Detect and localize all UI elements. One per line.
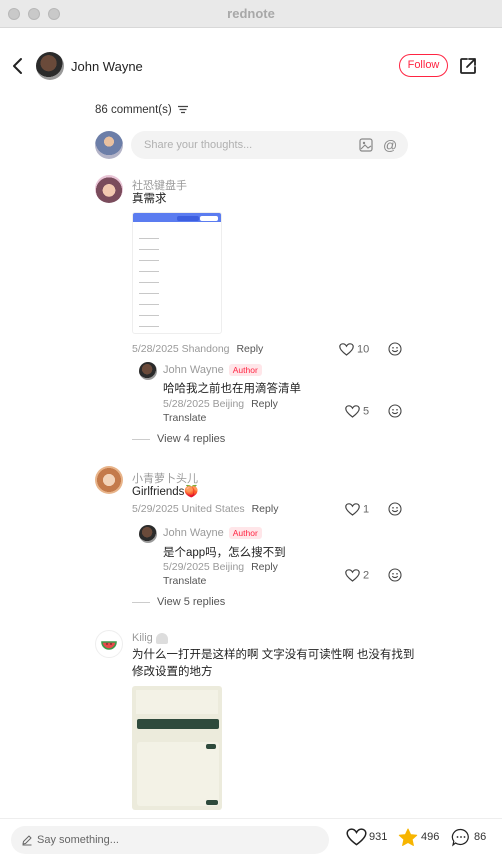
commenter-avatar[interactable] (95, 175, 123, 203)
post-like-button[interactable]: 931 (346, 828, 388, 846)
ghost-icon (155, 632, 168, 644)
divider (132, 438, 150, 440)
emoji-icon[interactable] (388, 502, 402, 516)
comment-text-line: 修改设置的地方 (132, 666, 213, 678)
reply-button[interactable]: Reply (251, 561, 278, 573)
bottom-action-bar: Say something... 931 496 86 (0, 818, 502, 859)
view-replies-button[interactable]: View 4 replies (132, 433, 225, 445)
heart-icon (345, 405, 360, 418)
view-replies-button[interactable]: View 5 replies (132, 596, 225, 608)
comment-text-line: 为什么一打开是这样的啊 文字没有可读性啊 也没有找到 (132, 649, 415, 661)
view-replies-label: View 5 replies (157, 596, 226, 608)
reply-avatar[interactable] (139, 525, 157, 543)
reply-meta: 5/28/2025 Beijing Reply (163, 398, 278, 410)
comment-image[interactable] (132, 212, 222, 334)
comment-count-row[interactable]: 86 comment(s) (95, 104, 188, 116)
like-count: 5 (363, 405, 370, 418)
share-thoughts-input[interactable]: Share your thoughts... @ (131, 131, 408, 159)
post-header: John Wayne Follow (0, 40, 502, 92)
like-count: 10 (357, 343, 370, 356)
like-button[interactable]: 1 (345, 503, 369, 516)
emoji-icon[interactable] (388, 342, 402, 356)
commenter-avatar[interactable] (95, 630, 123, 658)
author-name[interactable]: John Wayne (71, 59, 143, 74)
reply-text: 是个app吗，怎么搜不到 (163, 547, 286, 559)
comment-count-label: 86 comment(s) (95, 104, 172, 116)
comment-date-location: 5/28/2025 Shandong (132, 343, 230, 355)
author-avatar[interactable] (36, 52, 64, 80)
reply-author: John Wayne Author (163, 527, 262, 540)
current-user-avatar (95, 131, 123, 159)
post-collect-button[interactable]: 496 (398, 828, 440, 846)
commenter-name-text[interactable]: Kilig (132, 632, 153, 644)
post-comment-button[interactable]: 86 (451, 828, 487, 847)
heart-icon (345, 503, 360, 516)
comment-meta: 5/29/2025 United States Reply (132, 503, 278, 515)
window-title: rednote (227, 6, 275, 21)
at-icon[interactable]: @ (383, 137, 397, 153)
reply-avatar[interactable] (139, 362, 157, 380)
comment-image[interactable] (132, 686, 222, 810)
reply-date-location: 5/28/2025 Beijing (163, 398, 245, 410)
sort-icon[interactable] (177, 105, 188, 114)
share-thoughts-placeholder: Share your thoughts... (144, 139, 253, 151)
like-count: 2 (363, 569, 370, 582)
post-collect-count: 496 (421, 831, 440, 843)
like-button[interactable]: 10 (339, 343, 369, 356)
post-like-count: 931 (369, 831, 388, 843)
window-titlebar: rednote (0, 0, 502, 28)
reply-meta: 5/29/2025 Beijing Reply (163, 561, 278, 573)
reply-author-name[interactable]: John Wayne (163, 364, 224, 376)
comment-text: 真需求 (132, 193, 167, 205)
reply-date-location: 5/29/2025 Beijing (163, 561, 245, 573)
reply-button[interactable]: Reply (236, 343, 263, 355)
heart-icon (345, 569, 360, 582)
say-something-placeholder: Say something... (37, 834, 119, 846)
reply-author: John Wayne Author (163, 364, 262, 377)
author-badge: Author (228, 527, 262, 540)
comment-icon (451, 828, 469, 847)
reply-button[interactable]: Reply (252, 503, 279, 515)
post-comment-count: 86 (474, 831, 487, 843)
pencil-icon (22, 835, 32, 846)
watermelon-icon (101, 641, 117, 650)
say-something-input[interactable]: Say something... (11, 826, 329, 854)
divider (132, 601, 150, 603)
image-icon[interactable] (359, 138, 373, 152)
heart-icon (339, 343, 354, 356)
comment-date-location: 5/29/2025 United States (132, 503, 245, 515)
follow-button[interactable]: Follow (399, 54, 448, 77)
emoji-icon[interactable] (388, 404, 402, 418)
reply-button[interactable]: Reply (251, 398, 278, 410)
reply-text: 哈哈我之前也在用滴答清单 (163, 383, 301, 395)
commenter-name: Kilig (132, 632, 168, 644)
commenter-avatar[interactable] (95, 466, 123, 494)
like-button[interactable]: 2 (345, 569, 369, 582)
heart-icon (346, 828, 367, 846)
back-icon[interactable] (9, 56, 27, 76)
author-badge: Author (228, 364, 262, 377)
emoji-icon[interactable] (388, 568, 402, 582)
view-replies-label: View 4 replies (157, 433, 226, 445)
like-count: 1 (363, 503, 370, 516)
star-icon (398, 828, 418, 846)
comment-meta: 5/28/2025 Shandong Reply (132, 343, 263, 355)
translate-button[interactable]: Translate (163, 412, 206, 424)
share-icon[interactable] (458, 56, 478, 76)
comment-text: 为什么一打开是这样的啊 文字没有可读性啊 也没有找到 修改设置的地方 (132, 647, 414, 681)
comment-text: Girlfriends🍑 (132, 486, 199, 498)
like-button[interactable]: 5 (345, 405, 369, 418)
reply-author-name[interactable]: John Wayne (163, 527, 224, 539)
translate-button[interactable]: Translate (163, 575, 206, 587)
